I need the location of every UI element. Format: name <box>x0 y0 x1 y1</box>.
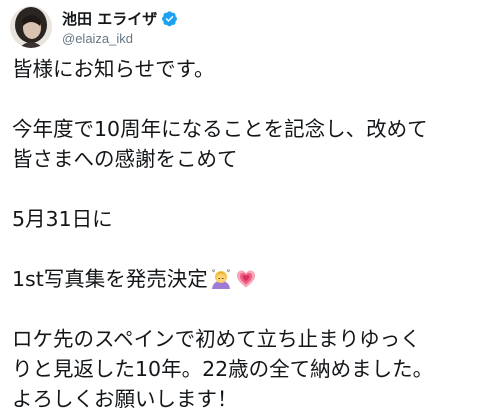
tweet-line-with-emoji: 1st写真集を発売決定 <box>12 264 497 294</box>
verified-badge-icon <box>161 10 178 27</box>
user-handle[interactable]: @elaiza_ikd <box>62 31 178 46</box>
tweet-line: 5月31日に <box>12 207 113 231</box>
display-name[interactable]: 池田 エライザ <box>62 8 157 29</box>
avatar[interactable] <box>10 6 52 48</box>
person-bowing-emoji-icon <box>209 266 233 290</box>
tweet-line: 皆さまへの感謝をこめて <box>12 147 238 171</box>
tweet-text: 皆様にお知らせです。 今年度で10周年になることを記念し、改めて 皆さまへの感謝… <box>12 54 497 414</box>
tweet-line: 今年度で10周年になることを記念し、改めて <box>12 117 428 141</box>
tweet-header: 池田 エライザ @elaiza_ikd <box>10 4 178 50</box>
name-row: 池田 エライザ <box>62 9 178 29</box>
user-names: 池田 エライザ @elaiza_ikd <box>62 9 178 46</box>
growing-heart-emoji-icon <box>234 266 258 290</box>
tweet-line-text: 1st写真集を発売決定 <box>12 267 208 291</box>
tweet-line: よろしくお願いします！ <box>12 387 238 411</box>
tweet-line: 皆様にお知らせです。 <box>12 57 215 81</box>
tweet-card: 池田 エライザ @elaiza_ikd 皆様にお知らせです。 今年度で10周年に… <box>0 0 499 411</box>
tweet-line: ロケ先のスペインで初めて立ち止まりゆっく <box>12 327 421 351</box>
tweet-line: りと見返した10年。22歳の全て納めました。 <box>12 357 434 381</box>
